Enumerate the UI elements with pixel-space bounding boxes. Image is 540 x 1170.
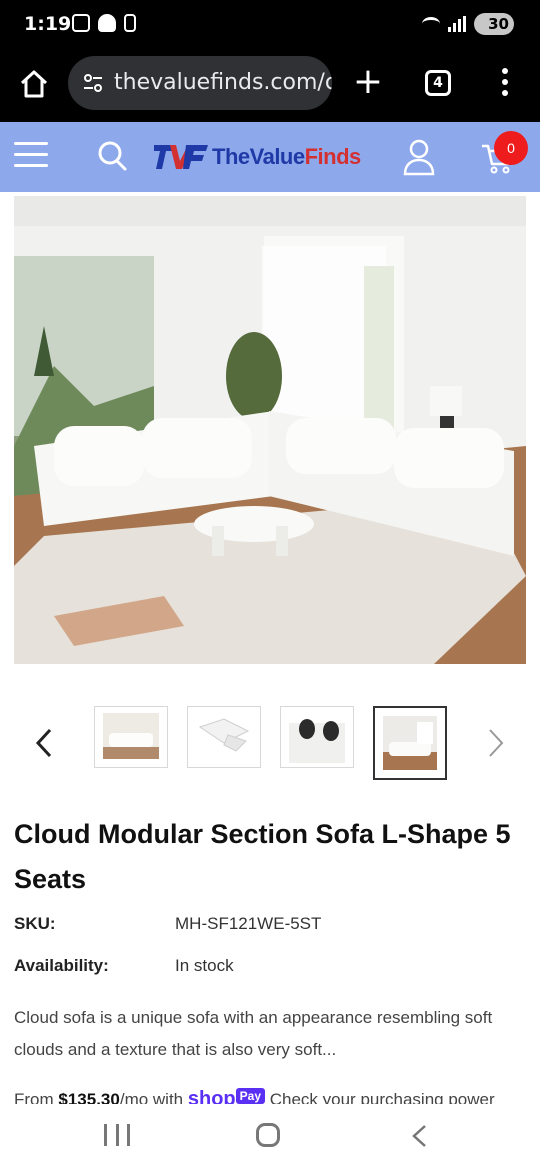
wifi-icon [422, 17, 440, 31]
signal-icon [448, 16, 466, 32]
cart-count-badge[interactable]: 0 [494, 131, 528, 165]
installment-mid: /mo with [119, 1090, 188, 1104]
availability-value: In stock [175, 956, 234, 975]
logo-mark-icon [154, 143, 208, 171]
status-notification-icons [72, 14, 136, 32]
menu-icon[interactable] [500, 68, 510, 100]
status-time: 1:19 [24, 13, 72, 35]
sku-value: MH-SF121WE-5ST [175, 914, 322, 933]
home-icon[interactable] [16, 66, 52, 102]
home-circle-icon[interactable] [256, 1123, 280, 1147]
search-icon[interactable] [98, 140, 128, 172]
logo-text: TheValueFinds [212, 144, 361, 170]
battery-icon: 30 [474, 13, 514, 35]
thumbnail-4[interactable] [373, 706, 447, 780]
purchasing-power-link[interactable]: Check your purchasing power [265, 1090, 495, 1104]
availability-label: Availability: [14, 956, 109, 975]
screenshot-icon [72, 14, 90, 32]
chevron-right-icon[interactable] [486, 728, 506, 758]
address-bar[interactable]: thevaluefinds.com/co [68, 56, 332, 110]
system-nav-bar [0, 1104, 540, 1170]
shoppay-logo[interactable]: shop Pay [187, 1088, 266, 1104]
account-icon[interactable] [402, 138, 436, 176]
logo-value: Value [249, 144, 305, 169]
installment-amount: $135.30 [58, 1090, 120, 1104]
url-text: thevaluefinds.com/co [114, 70, 332, 95]
status-bar: 1:19 30 [0, 0, 540, 50]
product-main-image[interactable] [14, 196, 526, 664]
thumbnail-2[interactable] [187, 706, 261, 768]
browser-toolbar: thevaluefinds.com/co + 4 [0, 50, 540, 122]
thumbnail-strip [0, 700, 540, 786]
status-system-icons: 30 [422, 13, 514, 35]
shoppay-pay: Pay [235, 1088, 266, 1104]
shoppay-shop: shop [187, 1088, 236, 1104]
snapchat-icon [98, 14, 116, 32]
product-description: Cloud sofa is a unique sofa with an appe… [14, 1008, 493, 1059]
thumbnail-3[interactable] [280, 706, 354, 768]
product-title: Cloud Modular Section Sofa L-Shape 5 Sea… [14, 819, 511, 894]
hamburger-menu-icon[interactable] [14, 142, 48, 170]
recents-icon[interactable] [104, 1124, 130, 1146]
logo-the: The [212, 144, 250, 169]
tabs-icon[interactable]: 4 [425, 70, 451, 96]
site-logo[interactable]: TheValueFinds [154, 142, 361, 172]
installment-info: From $135.30/mo with shop Pay Check your … [14, 1088, 526, 1104]
site-header: TheValueFinds [0, 122, 540, 192]
chevron-left-icon[interactable] [34, 728, 54, 758]
site-settings-icon[interactable] [82, 72, 104, 94]
installment-prefix: From [14, 1090, 59, 1104]
back-icon[interactable] [410, 1124, 428, 1148]
sku-label: SKU: [14, 914, 56, 933]
new-tab-icon[interactable]: + [352, 62, 384, 102]
phone-lock-icon [124, 14, 136, 32]
thumbnail-1[interactable] [94, 706, 168, 768]
logo-finds: Finds [304, 144, 362, 169]
